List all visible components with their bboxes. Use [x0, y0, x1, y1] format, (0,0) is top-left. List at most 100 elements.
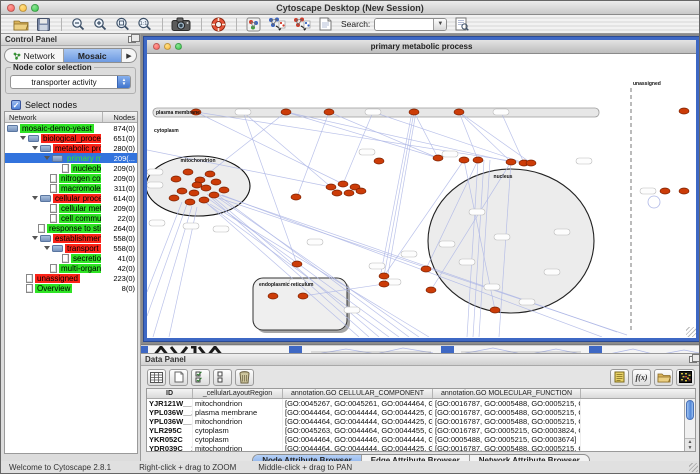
graph-node: [526, 160, 536, 166]
new-attribute-icon[interactable]: [169, 369, 188, 386]
graph-node: [409, 109, 419, 115]
node-color-attribute-combobox[interactable]: transporter activity ▲▼: [10, 75, 131, 89]
status-pan-hint: Middle-click + drag to PAN: [258, 463, 352, 472]
scrollbar-arrows[interactable]: ▲▼: [685, 438, 695, 451]
tree-row[interactable]: metabolic process280(0): [5, 143, 137, 153]
folder-icon: [7, 125, 18, 132]
network-file-icon: [50, 264, 57, 273]
tree-row[interactable]: nucleobase-209(0): [5, 163, 137, 173]
tree-row[interactable]: cellular metabo209(0): [5, 203, 137, 213]
snapshot-camera-icon[interactable]: [169, 16, 193, 33]
col-cellular-layout-region[interactable]: _cellularLayoutRegion: [193, 389, 283, 398]
window-resize-grip[interactable]: [686, 327, 696, 337]
node-label-chip: [469, 209, 485, 215]
tree-row[interactable]: primary metabo209(...: [5, 153, 137, 163]
delete-attribute-icon[interactable]: [235, 369, 254, 386]
tree-row[interactable]: unassigned223(0): [5, 273, 137, 283]
control-panel: Control Panel Network Mosaic ▶ Node colo…: [1, 34, 141, 463]
float-panel-icon[interactable]: [128, 36, 136, 43]
network-canvas[interactable]: plasma membranecytoplasmmitochondrionnuc…: [147, 54, 696, 337]
zoom-selected-icon[interactable]: [112, 16, 132, 33]
enhanced-search-config-icon[interactable]: [452, 16, 472, 33]
vizmapper-grid-icon[interactable]: [243, 16, 263, 33]
tabs-overflow-button[interactable]: ▶: [122, 49, 136, 62]
zoom-in-icon[interactable]: [90, 16, 110, 33]
table-row[interactable]: YDR039C__1mitochondrion[GO:0044464, GO:0…: [147, 444, 695, 452]
cytoscape-application-window: Cytoscape Desktop (New Session) 1:1: [0, 0, 700, 474]
help-lifesaver-icon[interactable]: [208, 16, 228, 33]
attribute-notes-icon[interactable]: [610, 369, 629, 386]
import-attributes-icon[interactable]: [654, 369, 673, 386]
tree-col-nodes: Nodes: [103, 112, 137, 122]
tree-row[interactable]: transport558(0): [5, 243, 137, 253]
disclosure-triangle-icon[interactable]: [32, 196, 38, 200]
tree-row[interactable]: response to stimulu264(0): [5, 223, 137, 233]
select-nodes-checkbox[interactable]: ✓: [11, 100, 21, 110]
new-network-from-selected-nodes-icon[interactable]: [265, 16, 288, 33]
table-scrollbar[interactable]: ▲▼: [684, 399, 695, 451]
save-icon[interactable]: [33, 16, 53, 33]
search-input[interactable]: [375, 19, 433, 30]
network-graph: plasma membranecytoplasmmitochondrionnuc…: [147, 54, 696, 337]
table-cell: [GO:0016787, GO:0005215, GO:0003824, G..…: [433, 426, 581, 435]
zoom-out-icon[interactable]: [68, 16, 88, 33]
matrix-view-icon[interactable]: [676, 369, 695, 386]
disclosure-triangle-icon[interactable]: [44, 246, 50, 250]
status-zoom-hint: Right-click + drag to ZOOM: [139, 463, 236, 472]
table-row[interactable]: YJR121W__1mitochondrion[GO:0045267, GO:0…: [147, 399, 695, 408]
scrollbar-thumb[interactable]: [686, 400, 694, 420]
tree-row[interactable]: establishment of lo558(0): [5, 233, 137, 243]
col-id[interactable]: ID: [147, 389, 193, 398]
tree-row-label: mosaic-demo-yeast: [20, 124, 94, 133]
network-file-icon: [38, 224, 45, 233]
unselect-attributes-icon[interactable]: [213, 369, 232, 386]
function-builder-icon[interactable]: f(x): [632, 369, 651, 386]
annotation-doc-icon[interactable]: [315, 16, 335, 33]
open-folder-icon[interactable]: [11, 16, 31, 33]
app-resize-grip[interactable]: [689, 463, 698, 472]
tree-row[interactable]: cell communicat22(0): [5, 213, 137, 223]
graph-node: [344, 190, 354, 196]
tree-row[interactable]: cellular process614(0): [5, 193, 137, 203]
tree-row[interactable]: nitrogen compo209(0): [5, 173, 137, 183]
tree-row[interactable]: macromolecule311(0): [5, 183, 137, 193]
col-go-cellular-component[interactable]: annotation.GO CELLULAR_COMPONENT: [283, 389, 433, 398]
disclosure-triangle-icon[interactable]: [44, 156, 50, 160]
attribute-table-icon[interactable]: [147, 369, 166, 386]
tree-row-label: transport: [65, 244, 101, 253]
disclosure-triangle-icon[interactable]: [20, 136, 26, 140]
graph-edge: [196, 112, 524, 163]
network-view-window[interactable]: primary metabolic process plasma membran…: [144, 37, 699, 341]
table-row[interactable]: YPL036W__2plasma membrane[GO:0044464, GO…: [147, 408, 695, 417]
tree-row[interactable]: secretion41(0): [5, 253, 137, 263]
node-color-selection-group: Node color selection transporter activit…: [5, 67, 136, 94]
tree-row[interactable]: biological_process651(0): [5, 133, 137, 143]
new-network-from-selected-edges-icon[interactable]: [290, 16, 313, 33]
tab-network[interactable]: Network: [5, 49, 64, 62]
network-file-icon: [50, 214, 57, 223]
graph-node: [292, 261, 302, 267]
select-nodes-label: Select nodes: [25, 100, 77, 110]
graph-node: [332, 190, 342, 196]
table-cell: [GO:0044464, GO:0044444, GO:0044425, G..…: [283, 444, 433, 452]
tree-row[interactable]: Overview8(0): [5, 283, 137, 293]
float-panel-icon[interactable]: [689, 356, 697, 363]
disclosure-triangle-icon[interactable]: [32, 146, 38, 150]
node-label-chip: [307, 239, 323, 245]
select-attributes-icon[interactable]: [191, 369, 210, 386]
table-cell: cytoplasm: [193, 435, 283, 444]
table-row[interactable]: YLR295Ccytoplasm[GO:0045263, GO:0044464,…: [147, 426, 695, 435]
data-panel: Data Panel: [141, 353, 700, 463]
disclosure-triangle-icon[interactable]: [32, 236, 38, 240]
node-label-chip: [576, 158, 592, 164]
col-go-molecular-function[interactable]: annotation.GO MOLECULAR_FUNCTION: [433, 389, 581, 398]
tab-mosaic[interactable]: Mosaic: [64, 49, 123, 62]
table-row[interactable]: YPL036W__1mitochondrion[GO:0044464, GO:0…: [147, 417, 695, 426]
tree-row[interactable]: multi-organism pro42(0): [5, 263, 137, 273]
graph-edge: [297, 112, 329, 197]
table-row[interactable]: YKR052Ccytoplasm[GO:0044464, GO:0044446,…: [147, 435, 695, 444]
zoom-fit-icon[interactable]: 1:1: [134, 16, 154, 33]
tree-row[interactable]: mosaic-demo-yeast874(0): [5, 123, 137, 133]
search-dropdown-icon[interactable]: ▼: [433, 19, 446, 30]
network-window-title: primary metabolic process: [147, 42, 696, 51]
